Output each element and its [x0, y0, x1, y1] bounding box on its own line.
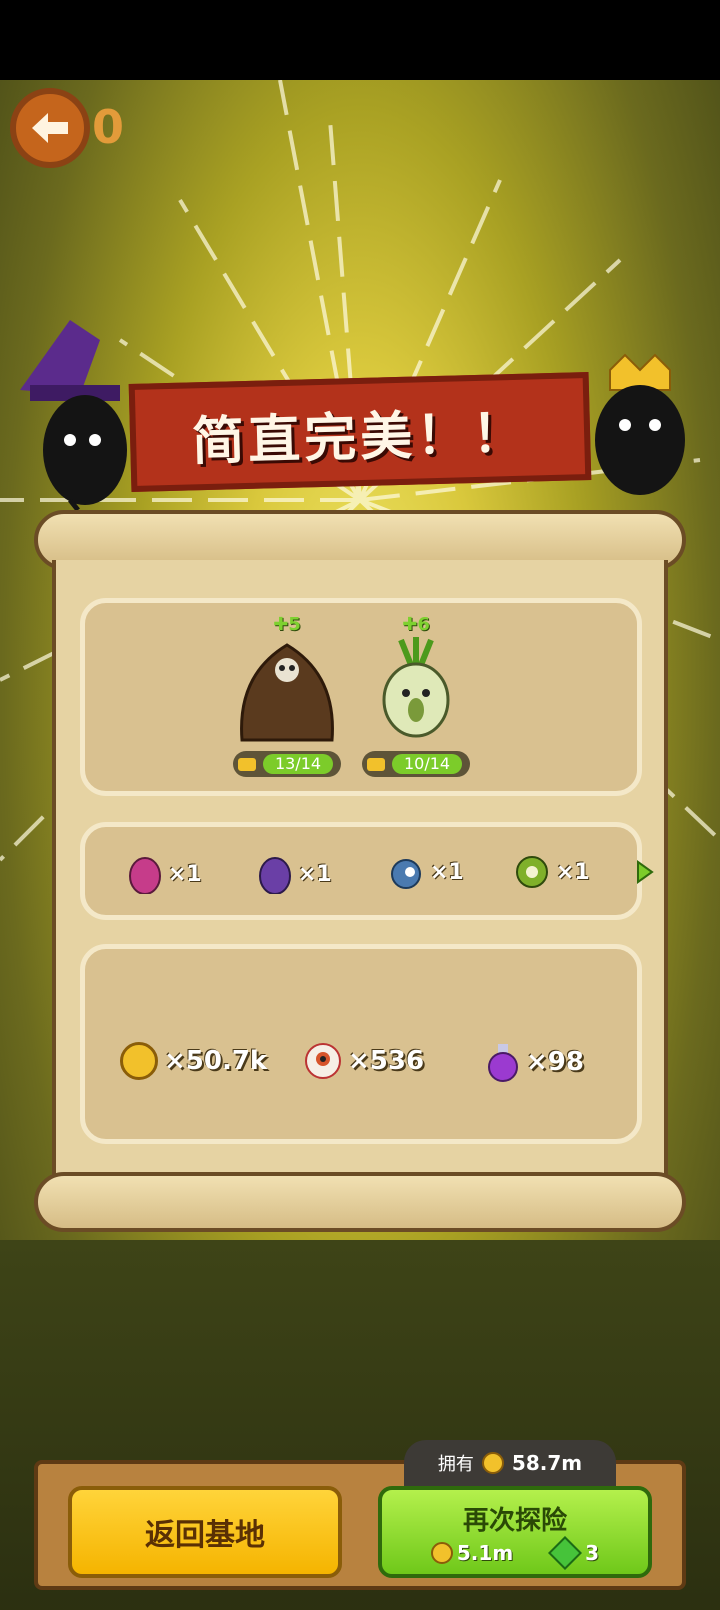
- item-green-creature[interactable]: ×1: [514, 854, 590, 890]
- banner-title: 简直完美！！: [191, 403, 529, 472]
- explore-again-label: 再次探险: [462, 1505, 567, 1536]
- resource-eyeballs: ×536: [304, 1042, 424, 1080]
- monster-level-text: 13/14: [262, 754, 334, 774]
- resource-count: ×50.7k: [164, 1046, 268, 1076]
- monster-level-gain: ✚6: [402, 614, 430, 635]
- more-items-arrow-icon[interactable]: [636, 860, 654, 884]
- item-pink-egg[interactable]: ×1: [128, 854, 202, 894]
- result-banner: 简直完美！！: [128, 371, 592, 493]
- green-creature-icon: [516, 856, 548, 888]
- monster-badge-icon: [237, 758, 256, 771]
- resource-count: ×536: [348, 1046, 425, 1076]
- radish-monster-icon: [382, 637, 450, 738]
- monster-level-text: 10/14: [392, 754, 463, 774]
- item-purple-egg[interactable]: ×1: [258, 854, 332, 894]
- item-count: ×1: [430, 859, 464, 885]
- eyeball-icon: [305, 1043, 341, 1079]
- item-count: ×1: [556, 859, 590, 885]
- resource-coins: ×50.7k: [120, 1042, 267, 1080]
- coin-icon: [430, 1541, 453, 1564]
- back-button[interactable]: [10, 88, 90, 168]
- monster-card-hairy[interactable]: ✚5 13/14: [232, 614, 342, 777]
- back-arrow-icon: [32, 113, 68, 143]
- monsters-panel: [80, 598, 642, 796]
- back-counter: 0: [92, 100, 125, 154]
- coin-cost: 5.1m: [430, 1540, 514, 1565]
- monster-level-bar: 13/14: [232, 751, 342, 777]
- monster-badge-icon: [367, 758, 385, 771]
- coin-icon: [120, 1042, 158, 1080]
- king-character: [595, 353, 685, 495]
- owned-label: 拥有: [437, 1454, 474, 1475]
- gem-cost-value: 3: [585, 1540, 600, 1565]
- monster-level-gain: ✚5: [273, 614, 301, 635]
- hairy-monster-icon: [240, 643, 334, 742]
- gem-icon: [548, 1535, 583, 1570]
- monster-card-radish[interactable]: ✚6 10/14: [362, 614, 471, 777]
- status-bar: [0, 0, 720, 80]
- witch-character: [20, 320, 127, 512]
- explore-cost: 5.1m 3: [430, 1535, 600, 1570]
- potion-icon: [488, 1044, 518, 1082]
- monster-level-bar: 10/14: [362, 751, 471, 777]
- item-count: ×1: [168, 861, 202, 887]
- return-base-label: 返回基地: [145, 1518, 265, 1553]
- blue-creature-icon: [391, 859, 421, 889]
- resource-count: ×98: [526, 1047, 584, 1077]
- purple-egg-icon: [259, 857, 291, 894]
- explore-again-button[interactable]: 再次探险 5.1m 3: [378, 1486, 652, 1578]
- gem-cost: 3: [548, 1535, 600, 1570]
- owned-coins-tab: 拥有 58.7m: [404, 1440, 616, 1486]
- item-blue-creature[interactable]: ×1: [388, 854, 464, 890]
- item-count: ×1: [298, 861, 332, 887]
- resource-potions: ×98: [486, 1042, 584, 1082]
- scroll-bottom-roll: [34, 1172, 686, 1232]
- coin-icon: [481, 1452, 504, 1474]
- pink-egg-icon: [129, 857, 161, 894]
- return-base-button[interactable]: 返回基地: [68, 1486, 342, 1578]
- owned-value: 58.7m: [511, 1451, 583, 1475]
- coin-cost-value: 5.1m: [456, 1540, 514, 1565]
